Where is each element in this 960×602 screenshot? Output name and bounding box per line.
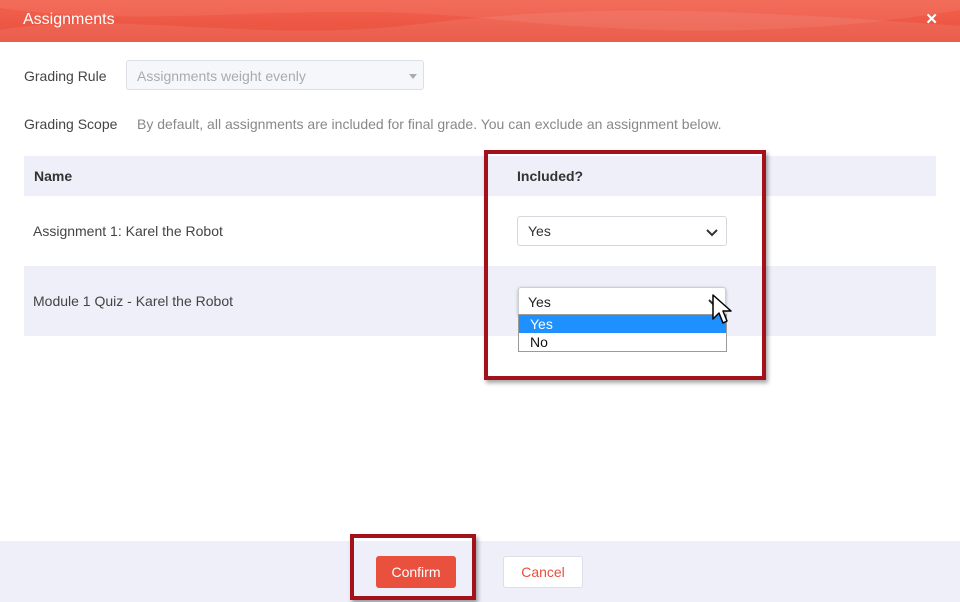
grading-rule-select: Assignments weight evenly xyxy=(126,60,424,90)
chevron-down-icon xyxy=(706,229,718,237)
dropdown-option-no[interactable]: No xyxy=(519,333,726,351)
dialog-header: Assignments ✕ xyxy=(0,0,960,42)
table-row: Module 1 Quiz - Karel the Robot xyxy=(24,266,936,336)
grading-scope-description: By default, all assignments are included… xyxy=(137,116,722,132)
column-header-included: Included? xyxy=(517,168,584,184)
included-select-value: Yes xyxy=(528,294,551,310)
included-select-open[interactable]: Yes xyxy=(518,287,726,315)
cancel-button[interactable]: Cancel xyxy=(503,556,583,588)
header-wave-decoration xyxy=(0,0,960,42)
column-header-name: Name xyxy=(34,168,73,184)
included-select-value: Yes xyxy=(528,223,551,239)
assignment-name: Assignment 1: Karel the Robot xyxy=(33,223,223,239)
grading-rule-label: Grading Rule xyxy=(24,68,107,84)
assignment-name: Module 1 Quiz - Karel the Robot xyxy=(33,293,233,309)
caret-down-icon xyxy=(409,74,417,79)
close-icon[interactable]: ✕ xyxy=(925,12,938,28)
table-header: Name Included? xyxy=(24,156,936,196)
included-dropdown-list: Yes No xyxy=(518,314,727,352)
grading-scope-label: Grading Scope xyxy=(24,116,118,132)
dialog-footer xyxy=(0,541,960,602)
table-row: Assignment 1: Karel the Robot Yes xyxy=(24,196,936,266)
grading-rule-value: Assignments weight evenly xyxy=(137,68,306,84)
included-select[interactable]: Yes xyxy=(517,216,727,246)
dropdown-option-yes[interactable]: Yes xyxy=(519,315,726,333)
confirm-button[interactable]: Confirm xyxy=(376,556,456,588)
dialog-title: Assignments xyxy=(23,11,115,28)
mouse-pointer-icon xyxy=(712,294,732,324)
